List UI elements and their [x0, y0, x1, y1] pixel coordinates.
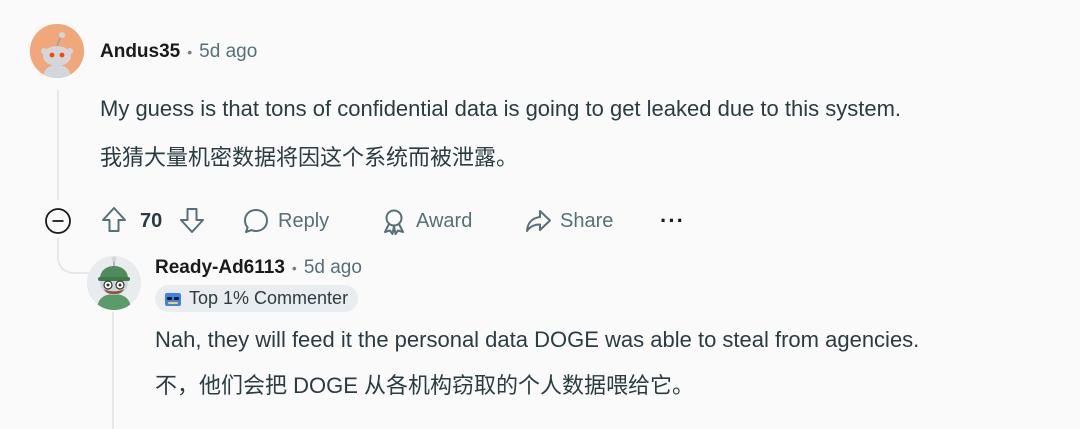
reply-meta: Ready-Ad6113 • 5d ago — [155, 257, 362, 279]
avatar[interactable] — [30, 24, 84, 78]
snoo-avatar-icon — [87, 256, 141, 310]
reply-button[interactable]: Reply — [242, 207, 329, 235]
comment-body-english: My guess is that tons of confidential da… — [100, 96, 902, 121]
reply-author-name[interactable]: Ready-Ad6113 — [155, 257, 285, 279]
reply-timestamp[interactable]: 5d ago — [304, 257, 362, 279]
reply-thread-line — [112, 312, 114, 429]
thread-connector — [57, 238, 89, 274]
user-flair-badge: Top 1% Commenter — [155, 285, 359, 312]
comment-meta: Andus35 • 5d ago — [100, 41, 257, 63]
snoo-avatar-icon — [30, 24, 84, 78]
comment-body-chinese: 我猜大量机密数据将因这个系统而被泄露。 — [100, 145, 519, 170]
upvote-button[interactable] — [100, 205, 128, 235]
thread-line — [57, 90, 59, 200]
share-label: Share — [560, 209, 614, 232]
top-commenter-icon — [165, 292, 181, 306]
award-label: Award — [416, 209, 473, 232]
more-options-button[interactable]: ··· — [660, 208, 685, 234]
share-arrow-icon — [526, 210, 551, 232]
timestamp[interactable]: 5d ago — [199, 41, 257, 63]
award-ribbon-icon — [384, 209, 404, 235]
upvote-arrow-icon — [102, 207, 126, 232]
vote-count: 70 — [140, 210, 163, 232]
collapse-minus-icon — [45, 208, 71, 234]
share-button[interactable]: Share — [524, 207, 613, 235]
downvote-button[interactable] — [178, 205, 206, 235]
meta-separator: • — [291, 260, 297, 276]
meta-separator: • — [187, 44, 193, 60]
award-button[interactable]: Award — [380, 207, 472, 235]
collapse-button[interactable] — [44, 207, 72, 235]
reply-body-chinese: 不，他们会把 DOGE 从各机构窃取的个人数据喂给它。 — [155, 373, 695, 398]
author-name[interactable]: Andus35 — [100, 41, 180, 63]
reply-avatar[interactable] — [87, 256, 141, 310]
badge-label: Top 1% Commenter — [189, 288, 349, 308]
reply-label: Reply — [278, 209, 330, 232]
reply-body-english: Nah, they will feed it the personal data… — [155, 327, 920, 352]
downvote-arrow-icon — [180, 208, 204, 233]
chat-bubble-icon — [244, 209, 268, 233]
